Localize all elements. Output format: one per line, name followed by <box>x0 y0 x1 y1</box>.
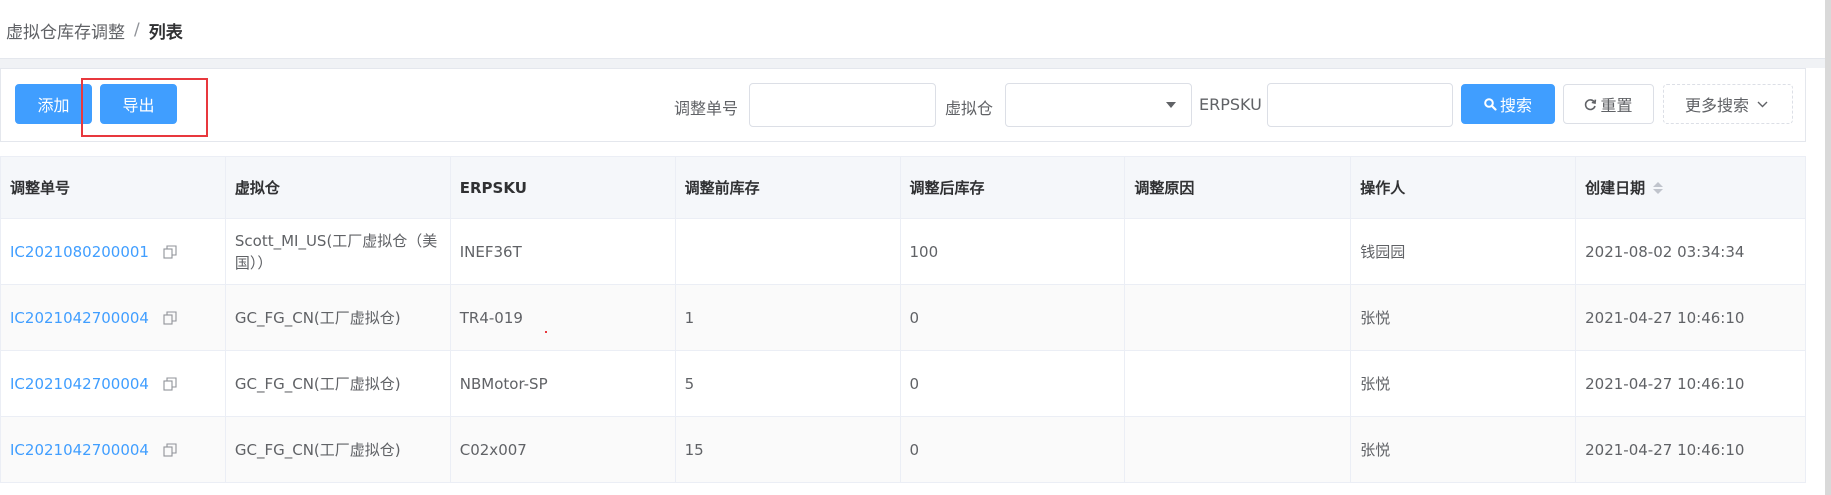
table-row: IC2021042700004 GC_FG_CN(工厂虚拟仓) C02x007 … <box>1 417 1806 483</box>
adjust-no-label: 调整单号 <box>674 99 739 118</box>
after-cell: 0 <box>900 417 1126 483</box>
more-search-button[interactable]: 更多搜索 <box>1663 84 1793 124</box>
adjustment-table: 调整单号 虚拟仓 ERPSKU 调整前库存 调整后库存 调整原因 操作人 创建日… <box>0 156 1806 483</box>
adjust-no-cell: IC2021042700004 <box>1 285 226 351</box>
table-header: 调整单号 虚拟仓 ERPSKU 调整前库存 调整后库存 调整原因 操作人 创建日… <box>1 157 1806 219</box>
search-button[interactable]: 搜索 <box>1461 84 1555 124</box>
warehouse-cell: GC_FG_CN(工厂虚拟仓) <box>225 351 451 417</box>
warehouse-select-input[interactable] <box>1005 83 1192 127</box>
header-created-label: 创建日期 <box>1585 178 1646 197</box>
add-button-label: 添加 <box>37 96 70 115</box>
breadcrumb-parent[interactable]: 虚拟仓库存调整 <box>6 18 125 43</box>
reset-button[interactable]: 重置 <box>1563 84 1654 124</box>
header-adjust-no: 调整单号 <box>1 157 226 219</box>
toolbar: 添加 导出 调整单号 虚拟仓 ERPSKU 搜索 重置 更多搜索 <box>0 68 1806 142</box>
created-cell: 2021-04-27 10:46:10 <box>1576 417 1806 483</box>
reason-cell <box>1125 351 1352 417</box>
erpsku-cell: TR4-019 <box>450 285 676 351</box>
warehouse-select[interactable] <box>1005 83 1192 127</box>
operator-cell: 张悦 <box>1351 417 1577 483</box>
erpsku-input[interactable] <box>1267 83 1453 127</box>
table-row: IC2021042700004 GC_FG_CN(工厂虚拟仓) NBMotor-… <box>1 351 1806 417</box>
chevron-down-icon <box>1757 101 1768 108</box>
add-button[interactable]: 添加 <box>15 84 92 124</box>
after-cell: 0 <box>900 285 1126 351</box>
erpsku-label: ERPSKU <box>1199 95 1262 114</box>
copy-icon[interactable] <box>163 244 177 259</box>
before-cell: 1 <box>675 285 901 351</box>
warehouse-cell: GC_FG_CN(工厂虚拟仓) <box>225 285 451 351</box>
breadcrumb: 虚拟仓库存调整 / 列表 <box>6 18 183 43</box>
after-cell: 0 <box>900 351 1126 417</box>
warehouse-cell: GC_FG_CN(工厂虚拟仓) <box>225 417 451 483</box>
before-cell: 15 <box>675 417 901 483</box>
operator-cell: 张悦 <box>1351 285 1577 351</box>
adjust-no-cell: IC2021080200001 <box>1 219 226 285</box>
adjust-no-link[interactable]: IC2021042700004 <box>10 439 149 461</box>
adjust-no-cell: IC2021042700004 <box>1 351 226 417</box>
breadcrumb-current: 列表 <box>148 22 183 43</box>
breadcrumb-separator: / <box>134 20 140 40</box>
created-cell: 2021-08-02 03:34:34 <box>1576 219 1806 285</box>
table-row: IC2021080200001 Scott_MI_US(工厂虚拟仓（美国）） I… <box>1 219 1806 285</box>
operator-cell: 钱园园 <box>1351 219 1577 285</box>
warehouse-label: 虚拟仓 <box>945 99 994 118</box>
erpsku-cell: C02x007 <box>450 417 676 483</box>
adjust-no-link[interactable]: IC2021080200001 <box>10 241 149 263</box>
adjust-no-input[interactable] <box>749 83 936 127</box>
copy-icon[interactable] <box>163 310 177 325</box>
scrollbar[interactable] <box>1825 0 1831 495</box>
export-button[interactable]: 导出 <box>100 84 177 124</box>
reason-cell <box>1125 417 1352 483</box>
header-erpsku: ERPSKU <box>450 157 676 219</box>
table-row: IC2021042700004 GC_FG_CN(工厂虚拟仓) TR4-019 … <box>1 285 1806 351</box>
reason-cell <box>1125 285 1352 351</box>
created-cell: 2021-04-27 10:46:10 <box>1576 351 1806 417</box>
section-gap <box>0 59 1831 68</box>
adjust-no-link[interactable]: IC2021042700004 <box>10 373 149 395</box>
erpsku-cell: NBMotor-SP <box>450 351 676 417</box>
erpsku-cell: INEF36T <box>450 219 676 285</box>
sort-icon[interactable] <box>1653 181 1664 194</box>
caret-down-icon <box>1166 102 1176 108</box>
refresh-icon <box>1584 98 1597 111</box>
copy-icon[interactable] <box>163 376 177 391</box>
search-button-label: 搜索 <box>1499 96 1532 115</box>
warehouse-cell: Scott_MI_US(工厂虚拟仓（美国）） <box>225 219 451 285</box>
adjust-no-link[interactable]: IC2021042700004 <box>10 307 149 329</box>
operator-cell: 张悦 <box>1351 351 1577 417</box>
before-cell <box>675 219 901 285</box>
header-reason: 调整原因 <box>1125 157 1352 219</box>
stray-dot <box>545 331 547 333</box>
created-cell: 2021-04-27 10:46:10 <box>1576 285 1806 351</box>
header-before: 调整前库存 <box>675 157 901 219</box>
after-cell: 100 <box>900 219 1126 285</box>
header-operator: 操作人 <box>1351 157 1577 219</box>
reset-button-label: 重置 <box>1600 96 1633 115</box>
adjust-no-cell: IC2021042700004 <box>1 417 226 483</box>
before-cell: 5 <box>675 351 901 417</box>
header-warehouse: 虚拟仓 <box>225 157 451 219</box>
reason-cell <box>1125 219 1352 285</box>
header-created[interactable]: 创建日期 <box>1576 157 1806 219</box>
more-search-label: 更多搜索 <box>1684 96 1749 115</box>
copy-icon[interactable] <box>163 442 177 457</box>
export-button-label: 导出 <box>122 96 155 115</box>
search-icon <box>1484 97 1497 111</box>
header-after: 调整后库存 <box>900 157 1126 219</box>
